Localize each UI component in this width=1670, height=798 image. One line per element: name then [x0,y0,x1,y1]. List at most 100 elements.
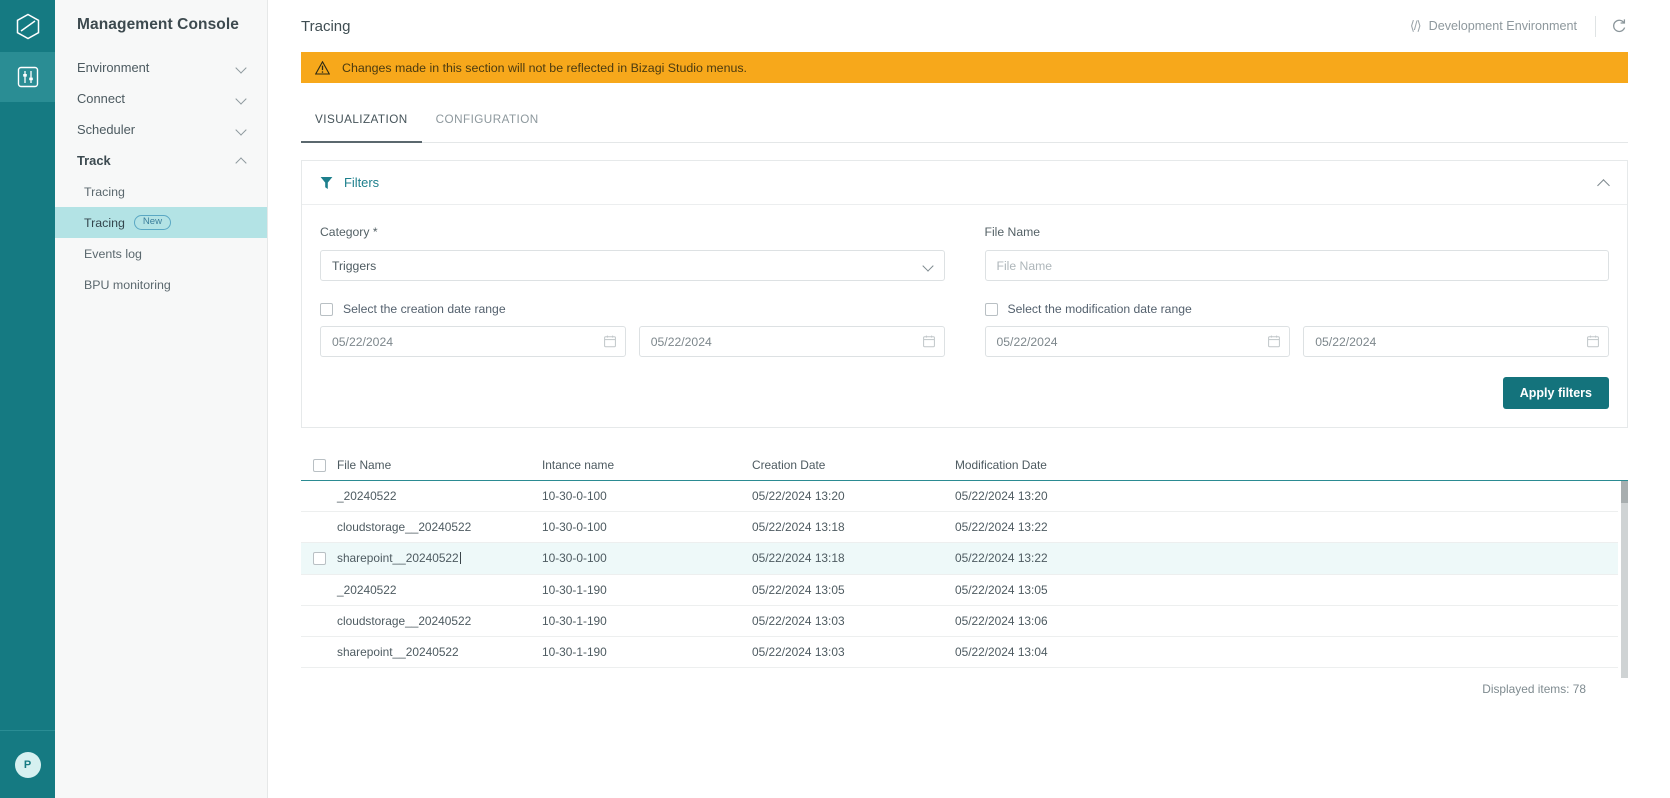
creation-range-checkbox[interactable] [320,302,333,316]
cell-creation-date: 05/22/2024 13:20 [752,489,845,504]
warning-banner: Changes made in this section will not be… [301,52,1628,83]
sidebar-item-label: Events log [84,246,142,261]
modification-date-to[interactable]: 05/22/2024 [1303,326,1609,357]
tab-bar: VISUALIZATION CONFIGURATION [301,113,1628,143]
cell-modification-date: 05/22/2024 13:06 [955,613,1048,628]
column-header-modification-date[interactable]: Modification Date [955,458,1628,472]
row-checkbox[interactable] [312,551,326,565]
table-body: _20240522 10-30-0-100 05/22/2024 13:20 0… [301,481,1628,678]
cell-instance-name: 10-30-0-100 [542,489,607,504]
calendar-icon [922,335,935,348]
tab-visualization[interactable]: VISUALIZATION [301,113,422,143]
modification-range-checkbox[interactable] [984,302,998,316]
modification-range-group: Select the modification date range 05/22… [965,281,1610,357]
calendar-icon [1268,335,1281,348]
category-select[interactable]: Triggers [320,250,945,281]
filters-row-2: Select the creation date range 05/22/202… [320,281,1609,357]
sidebar-item-bpu-monitoring[interactable]: BPU monitoring [55,269,267,300]
file-name-input[interactable] [984,250,1609,281]
sidebar-group-environment[interactable]: Environment [55,52,267,83]
sidebar-group-connect[interactable]: Connect [55,83,267,114]
cell-instance-name: 10-30-1-190 [542,582,607,597]
modification-range-label: Select the modification date range [1007,302,1192,316]
table-row[interactable]: sharepoint__20240522 10-30-0-100 05/22/2… [301,543,1618,575]
results-table: File Name Intance name Creation Date Mod… [301,450,1628,696]
table-row[interactable]: _20240522 10-30-1-190 05/22/2024 13:05 0… [301,575,1618,606]
category-selected-value: Triggers [332,258,377,273]
table-scrollbar[interactable] [1621,481,1628,678]
cell-modification-date: 05/22/2024 13:04 [955,645,1048,660]
row-checkbox-cell[interactable] [301,551,337,565]
sidebar-item-tracing-new[interactable]: Tracing New [55,207,267,238]
chevron-up-icon[interactable] [1597,176,1610,189]
bizagi-logo[interactable] [0,0,55,52]
creation-date-from-value: 05/22/2024 [332,334,393,349]
status-badge: New [133,214,172,231]
chevron-up-icon [236,155,247,166]
cell-file-name-text: sharepoint__20240522 [337,551,459,566]
top-bar: Tracing ⟨/⟩ Development Environment [268,0,1670,52]
creation-range-checkbox-row[interactable]: Select the creation date range [320,302,945,316]
sidebar-group-label: Environment [77,60,150,75]
calendar-icon [603,335,616,348]
calendar-icon [1587,335,1599,348]
filters-row-1: Category * Triggers File Name [320,225,1609,281]
cell-modification-date: 05/22/2024 13:22 [955,520,1048,535]
top-bar-right: ⟨/⟩ Development Environment [1410,15,1628,37]
sidebar-group-scheduler[interactable]: Scheduler [55,114,267,145]
cell-file-name: cloudstorage__20240522 [337,520,472,535]
cell-creation-date: 05/22/2024 13:03 [752,645,845,660]
table-row[interactable]: _20240522 10-30-0-100 05/22/2024 13:20 0… [301,481,1618,513]
creation-date-to[interactable]: 05/22/2024 [638,326,945,357]
cell-file-name: cloudstorage__20240522 [337,613,472,628]
modification-date-from[interactable]: 05/22/2024 [984,326,1291,357]
table-row[interactable]: cloudstorage__20240522 10-30-1-190 05/22… [301,606,1618,637]
chevron-down-icon [924,262,933,271]
sidebar-item-label: BPU monitoring [84,277,171,292]
file-name-field-group: File Name [965,225,1609,281]
creation-range-group: Select the creation date range 05/22/202… [320,281,965,357]
column-header-file-name[interactable]: File Name [337,458,542,472]
creation-date-from[interactable]: 05/22/2024 [320,326,626,357]
sidebar-item-tracing[interactable]: Tracing [55,176,267,207]
cell-file-name: _20240522 [337,489,397,504]
hexagon-logo-icon [16,13,39,39]
filters-body: Category * Triggers File Name File Name … [302,205,1627,427]
text-cursor [459,552,461,565]
select-all-cell[interactable] [301,458,337,472]
column-header-instance-name[interactable]: Intance name [542,458,752,472]
refresh-button[interactable] [1610,17,1628,35]
category-field-group: Category * Triggers [320,225,965,281]
creation-date-to-value: 05/22/2024 [650,334,712,349]
table-row[interactable]: sharepoint__20240522 10-30-1-190 05/22/2… [301,637,1618,669]
filters-header[interactable]: Filters [302,161,1627,205]
table-row[interactable]: cloudstorage__20240522 10-30-0-100 05/22… [301,512,1618,544]
icon-rail: P [0,0,55,798]
chevron-down-icon [236,93,247,104]
user-menu[interactable]: P [0,730,55,798]
cell-file-name: sharepoint__20240522 [337,551,542,565]
column-header-creation-date[interactable]: Creation Date [752,458,955,472]
avatar: P [14,751,41,778]
sidebar-group-label: Connect [77,91,126,106]
tab-configuration[interactable]: CONFIGURATION [422,113,553,142]
modification-date-inputs: 05/22/2024 05/22/2024 [984,326,1609,357]
modification-date-from-value: 05/22/2024 [996,334,1058,349]
cell-instance-name: 10-30-0-100 [542,551,607,566]
creation-date-inputs: 05/22/2024 05/22/2024 [320,326,945,357]
sidebar-item-events-log[interactable]: Events log [55,238,267,269]
console-title: Management Console [77,16,239,33]
cell-instance-name: 10-30-1-190 [542,645,607,660]
modification-range-checkbox-row[interactable]: Select the modification date range [984,302,1610,316]
divider [1595,15,1596,37]
displayed-items-count: Displayed items: 78 [1482,682,1586,697]
select-all-checkbox[interactable] [312,458,326,472]
sidebar-group-track[interactable]: Track [55,145,267,176]
warning-triangle-icon [315,60,330,75]
sidebar-group-label: Track [77,153,111,168]
required-marker: * [372,225,378,239]
apply-filters-button[interactable]: Apply filters [1502,377,1609,409]
category-label-text: Category [320,225,370,239]
table-scrollbar-thumb[interactable] [1621,481,1628,503]
rail-item-management-console[interactable] [0,52,55,102]
